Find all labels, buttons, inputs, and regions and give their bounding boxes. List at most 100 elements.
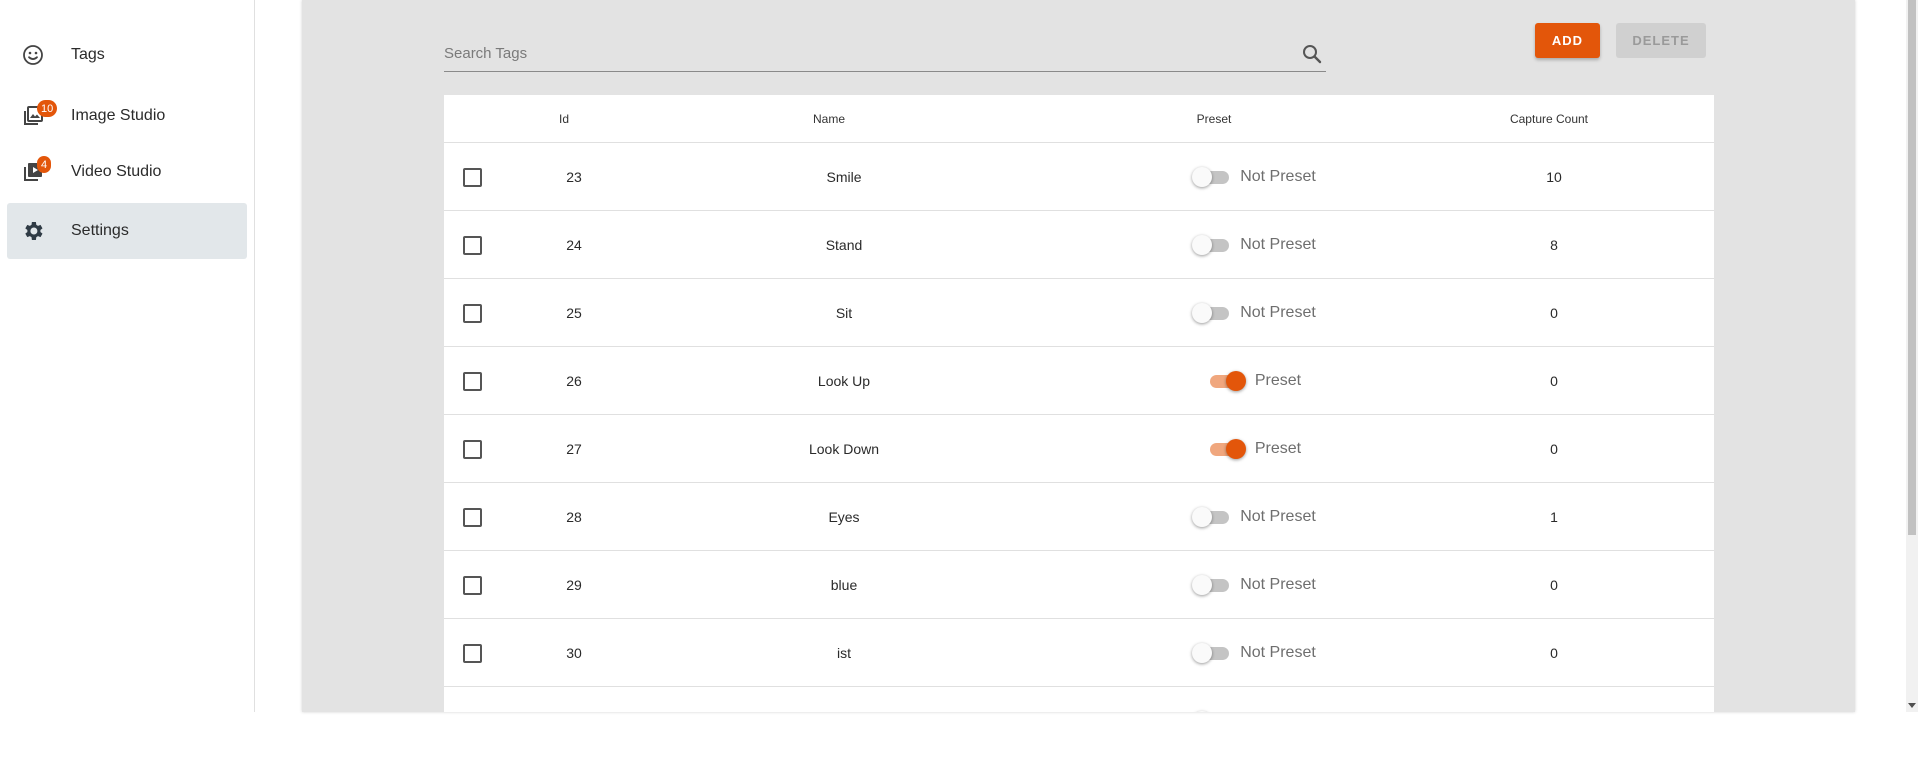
sidebar-item-label: Settings — [71, 222, 129, 239]
row-checkbox[interactable] — [463, 644, 482, 663]
toggle-thumb — [1225, 438, 1246, 459]
delete-button[interactable]: DELETE — [1616, 23, 1706, 58]
toggle-thumb — [1192, 710, 1213, 712]
toggle-thumb — [1192, 166, 1213, 187]
row-checkbox[interactable] — [463, 440, 482, 459]
sidebar-item-video-studio[interactable]: 4 Video Studio — [7, 144, 247, 200]
cell-name: Sit — [835, 304, 853, 321]
cell-capture-count: 0 — [1550, 644, 1558, 661]
cell-id: 23 — [566, 168, 582, 185]
row-checkbox[interactable] — [463, 168, 482, 187]
notification-badge: 4 — [37, 156, 52, 173]
cell-capture-count: 0 — [1550, 372, 1558, 389]
preset-toggle[interactable] — [1207, 370, 1246, 391]
row-checkbox[interactable] — [463, 236, 482, 255]
cell-preset: Not Preset — [1124, 211, 1384, 278]
table-row[interactable]: 30 ist Not Preset 0 — [444, 619, 1714, 687]
cell-id: 24 — [566, 236, 582, 253]
table-row[interactable]: 27 Look Down Preset 0 — [444, 415, 1714, 483]
scrollbar-thumb[interactable] — [1908, 0, 1916, 535]
preset-label: Preset — [1254, 371, 1302, 389]
gear-icon — [15, 213, 51, 249]
preset-toggle[interactable] — [1192, 234, 1230, 255]
preset-toggle[interactable] — [1192, 574, 1230, 595]
cell-capture-count: 0 — [1550, 440, 1558, 457]
sidebar: Tags 10 Image Studio 4 Video Studio Sett… — [0, 0, 255, 712]
table-row[interactable]: 23 Smile Not Preset 10 — [444, 143, 1714, 211]
toggle-thumb — [1192, 234, 1213, 255]
preset-toggle[interactable] — [1192, 506, 1230, 527]
cell-name: blue — [830, 576, 858, 593]
column-header-capture-count: Capture Count — [1509, 111, 1589, 126]
smiley-icon — [15, 37, 51, 73]
preset-toggle[interactable] — [1192, 166, 1230, 187]
column-header-name: Name — [812, 111, 845, 126]
cell-preset: Not Preset — [1124, 143, 1384, 210]
sidebar-item-label: Image Studio — [71, 107, 166, 124]
preset-label: Preset — [1254, 439, 1302, 457]
preset-toggle[interactable] — [1192, 302, 1230, 323]
table-row[interactable]: 28 Eyes Not Preset 1 — [444, 483, 1714, 551]
cell-name: Stand — [825, 236, 863, 253]
preset-toggle[interactable] — [1207, 438, 1246, 459]
cell-name: Look Up — [817, 372, 871, 389]
notification-badge: 10 — [37, 100, 58, 117]
sidebar-item-tags[interactable]: Tags — [7, 27, 247, 83]
scroll-down-arrow-icon[interactable] — [1908, 703, 1916, 708]
tags-panel: ADD DELETE Id Name Preset Capture Count … — [302, 0, 1855, 712]
image-library-icon: 10 — [15, 98, 58, 134]
cell-name: Smile — [826, 168, 862, 185]
cell-id: 25 — [566, 304, 582, 321]
cell-preset: Preset — [1124, 415, 1384, 482]
page-scrollbar[interactable] — [1906, 0, 1918, 712]
search-input[interactable] — [444, 42, 1274, 64]
toggle-thumb — [1192, 574, 1213, 595]
sidebar-item-settings[interactable]: Settings — [7, 203, 247, 259]
video-library-icon: 4 — [15, 154, 52, 190]
row-checkbox[interactable] — [463, 576, 482, 595]
cell-capture-count: 10 — [1546, 168, 1562, 185]
cell-capture-count: 0 — [1550, 304, 1558, 321]
main-content: ADD DELETE Id Name Preset Capture Count … — [255, 0, 1906, 712]
cell-preset: Not Preset — [1124, 551, 1384, 618]
cell-id: 30 — [566, 644, 582, 661]
cell-name: Eyes — [828, 508, 860, 525]
row-checkbox[interactable] — [463, 508, 482, 527]
table-row[interactable]: 25 Sit Not Preset 0 — [444, 279, 1714, 347]
cell-preset: Not Preset — [1124, 279, 1384, 346]
tags-table: Id Name Preset Capture Count 23 Smile Not … — [444, 95, 1714, 712]
preset-label: Not Preset — [1240, 712, 1316, 713]
cell-name: Look Down — [808, 440, 880, 457]
toggle-thumb — [1192, 642, 1213, 663]
row-checkbox[interactable] — [463, 372, 482, 391]
column-header-id: Id — [558, 111, 569, 126]
row-checkbox[interactable] — [463, 304, 482, 323]
preset-label: Not Preset — [1240, 303, 1316, 321]
table-row[interactable]: 24 Stand Not Preset 8 — [444, 211, 1714, 279]
add-button[interactable]: ADD — [1535, 23, 1600, 58]
table-row[interactable]: 31 blue dress Not Preset 1 — [444, 687, 1714, 712]
table-body: 23 Smile Not Preset 10 24 Stand Not Preset 8 25 S… — [444, 143, 1714, 712]
cell-name: blue dress — [744, 687, 944, 712]
cell-preset: Preset — [1124, 347, 1384, 414]
search-icon[interactable] — [1300, 42, 1324, 66]
preset-toggle[interactable] — [1192, 642, 1230, 663]
column-header-preset: Preset — [1196, 111, 1232, 126]
preset-label: Not Preset — [1240, 643, 1316, 661]
cell-capture-count: 8 — [1550, 236, 1558, 253]
sidebar-item-label: Tags — [71, 46, 105, 63]
toggle-thumb — [1192, 302, 1213, 323]
preset-toggle[interactable] — [1192, 710, 1230, 712]
cell-id: 28 — [566, 508, 582, 525]
table-header: Id Name Preset Capture Count — [444, 95, 1714, 143]
search-bar — [444, 34, 1326, 72]
cell-id: 26 — [566, 372, 582, 389]
cell-id: 29 — [566, 576, 582, 593]
toggle-thumb — [1192, 506, 1213, 527]
sidebar-item-label: Video Studio — [71, 163, 162, 180]
sidebar-item-image-studio[interactable]: 10 Image Studio — [7, 88, 247, 144]
preset-label: Not Preset — [1240, 167, 1316, 185]
cell-capture-count: 1 — [1494, 687, 1614, 712]
table-row[interactable]: 26 Look Up Preset 0 — [444, 347, 1714, 415]
table-row[interactable]: 29 blue Not Preset 0 — [444, 551, 1714, 619]
